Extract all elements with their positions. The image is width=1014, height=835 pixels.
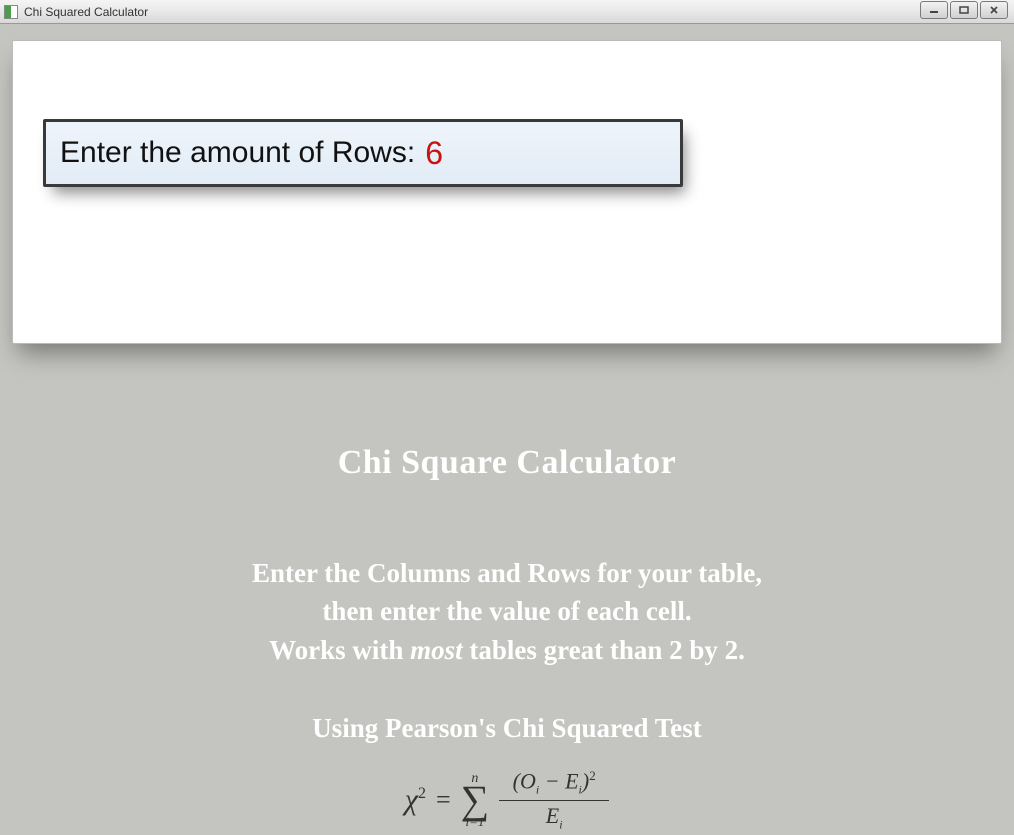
num-exp: 2 [589, 768, 596, 783]
chi-square-formula: χ2 = n ∑ i=1 (Oi − Ei)2 Ei [0, 768, 1014, 833]
den-sub: i [559, 818, 562, 832]
close-icon [988, 5, 1000, 15]
app-window: Chi Squared Calculator Enter the amount … [0, 0, 1014, 835]
instructions-block: Enter the Columns and Rows for your tabl… [0, 554, 1014, 669]
formula-fraction-bar [499, 800, 609, 802]
minimize-icon [928, 5, 940, 15]
sigma-icon: ∑ [461, 784, 490, 816]
instructions-line3-em: most [410, 635, 463, 665]
content-area: Enter the amount of Rows: 6 Chi Square C… [0, 24, 1014, 835]
instructions-line3-prefix: Works with [269, 635, 410, 665]
close-button[interactable] [980, 1, 1008, 19]
formula-sum-lower: i=1 [465, 815, 484, 828]
formula-chi-letter: χ [405, 783, 418, 816]
num-mid: − E [539, 768, 578, 793]
maximize-button[interactable] [950, 1, 978, 19]
rows-input-label: Enter the amount of Rows: [60, 136, 415, 170]
app-icon [4, 5, 18, 19]
formula-fraction: (Oi − Ei)2 Ei [499, 768, 609, 833]
instructions-line3-suffix: tables great than 2 by 2. [463, 635, 745, 665]
den-left: E [546, 803, 559, 828]
formula-denominator: Ei [546, 803, 563, 832]
num-left: (O [513, 768, 536, 793]
formula-chi-exp: 2 [418, 785, 426, 802]
maximize-icon [958, 5, 970, 15]
window-controls [920, 1, 1008, 19]
minimize-button[interactable] [920, 1, 948, 19]
pearson-heading: Using Pearson's Chi Squared Test [0, 713, 1014, 744]
formula-equals: = [436, 785, 451, 815]
instructions-line-3: Works with most tables great than 2 by 2… [0, 631, 1014, 669]
formula-chi: χ2 [405, 783, 426, 817]
input-panel: Enter the amount of Rows: 6 [12, 40, 1002, 344]
instructions-line-1: Enter the Columns and Rows for your tabl… [0, 554, 1014, 592]
titlebar: Chi Squared Calculator [0, 0, 1014, 24]
info-section: Chi Square Calculator Enter the Columns … [0, 394, 1014, 835]
rows-input-value: 6 [425, 135, 443, 172]
rows-input-box[interactable]: Enter the amount of Rows: 6 [43, 119, 683, 187]
formula-sum: n ∑ i=1 [461, 772, 490, 828]
instructions-line-2: then enter the value of each cell. [0, 592, 1014, 630]
page-title: Chi Square Calculator [0, 444, 1014, 482]
formula-numerator: (Oi − Ei)2 [513, 768, 596, 798]
window-title: Chi Squared Calculator [24, 5, 148, 19]
